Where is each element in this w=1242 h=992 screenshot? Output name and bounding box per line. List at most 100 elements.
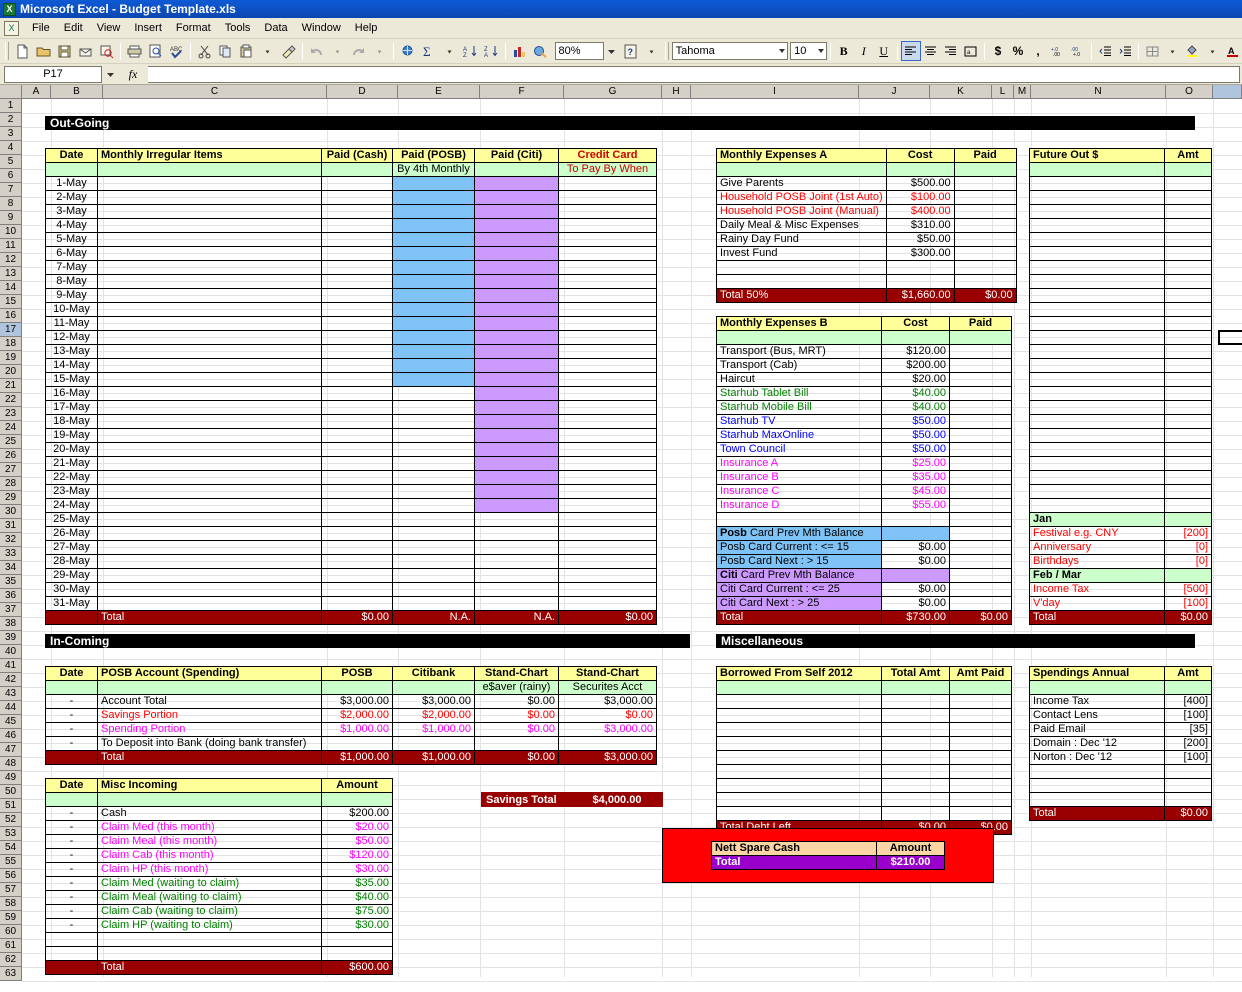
future-amt[interactable] xyxy=(1165,219,1212,233)
incoming-total-0[interactable]: $1,000.00 xyxy=(322,751,393,765)
row-header-41[interactable]: 41 xyxy=(0,659,22,673)
row-header-8[interactable]: 8 xyxy=(0,197,22,211)
miscin-total-blank[interactable] xyxy=(46,961,98,975)
incoming-header-5[interactable]: Stand-Chart xyxy=(559,667,657,681)
incoming-item[interactable]: Savings Portion xyxy=(98,709,322,723)
spend-amt[interactable]: [100] xyxy=(1165,751,1212,765)
outgoing-paid-citi[interactable] xyxy=(475,247,559,261)
outgoing-total-label[interactable]: Total xyxy=(98,611,322,625)
outgoing-paid-citi[interactable] xyxy=(475,275,559,289)
chart-wizard-icon[interactable] xyxy=(509,41,530,62)
outgoing-date[interactable]: 18-May xyxy=(46,415,98,429)
outgoing-credit-card[interactable] xyxy=(559,555,657,569)
outgoing-paid-citi[interactable] xyxy=(475,345,559,359)
miscin-item[interactable]: Claim HP (waiting to claim) xyxy=(98,919,322,933)
outgoing-date[interactable]: 14-May xyxy=(46,359,98,373)
miscin-amount[interactable]: $120.00 xyxy=(322,849,393,863)
row-header-27[interactable]: 27 xyxy=(0,463,22,477)
outgoing-paid-cash[interactable] xyxy=(322,303,393,317)
outgoing-paid-posb[interactable] xyxy=(393,555,475,569)
cut-icon[interactable] xyxy=(194,41,215,62)
miscin-date[interactable]: - xyxy=(46,807,98,821)
incoming-standchart-esaver[interactable] xyxy=(475,737,559,751)
outgoing-date[interactable]: 12-May xyxy=(46,331,98,345)
row-header-47[interactable]: 47 xyxy=(0,743,22,757)
row-header-30[interactable]: 30 xyxy=(0,505,22,519)
incoming-subheader-4[interactable]: e$aver (rainy) xyxy=(475,681,559,695)
column-header-D[interactable]: D xyxy=(327,85,398,99)
borrowed-total-amt[interactable] xyxy=(882,751,950,765)
outgoing-credit-card[interactable] xyxy=(559,443,657,457)
outgoing-date[interactable]: 28-May xyxy=(46,555,98,569)
miscin-date[interactable]: - xyxy=(46,835,98,849)
miscin-item[interactable]: Claim Meal (this month) xyxy=(98,835,322,849)
row-header-60[interactable]: 60 xyxy=(0,925,22,939)
borrowed-item[interactable] xyxy=(717,807,882,821)
miscin-item[interactable]: Claim Meal (waiting to claim) xyxy=(98,891,322,905)
column-header-M[interactable]: M xyxy=(1014,85,1031,99)
meb-paid[interactable] xyxy=(950,513,1012,527)
row-header-7[interactable]: 7 xyxy=(0,183,22,197)
increase-decimal-button[interactable]: +.0.00 xyxy=(1048,41,1068,61)
align-right-button[interactable] xyxy=(941,41,961,61)
outgoing-paid-citi[interactable] xyxy=(475,261,559,275)
borrowed-subheader-0[interactable] xyxy=(717,681,882,695)
outgoing-date[interactable]: 22-May xyxy=(46,471,98,485)
outgoing-item[interactable] xyxy=(98,443,322,457)
outgoing-paid-posb[interactable] xyxy=(393,317,475,331)
row-header-9[interactable]: 9 xyxy=(0,211,22,225)
outgoing-credit-card[interactable] xyxy=(559,359,657,373)
incoming-item[interactable]: To Deposit into Bank (doing bank transfe… xyxy=(98,737,322,751)
outgoing-item[interactable] xyxy=(98,527,322,541)
outgoing-paid-citi[interactable] xyxy=(475,527,559,541)
outgoing-credit-card[interactable] xyxy=(559,499,657,513)
future-amt[interactable] xyxy=(1165,401,1212,415)
meb-cost[interactable]: $45.00 xyxy=(882,485,950,499)
outgoing-paid-cash[interactable] xyxy=(322,555,393,569)
outgoing-date[interactable]: 31-May xyxy=(46,597,98,611)
undo-dropdown-icon[interactable] xyxy=(327,41,348,62)
mea-paid[interactable] xyxy=(954,177,1016,191)
future-item[interactable] xyxy=(1030,401,1165,415)
incoming-posb[interactable] xyxy=(322,737,393,751)
outgoing-credit-card[interactable] xyxy=(559,303,657,317)
future-item[interactable] xyxy=(1030,191,1165,205)
row-header-26[interactable]: 26 xyxy=(0,449,22,463)
outgoing-paid-posb[interactable] xyxy=(393,583,475,597)
outgoing-credit-card[interactable] xyxy=(559,513,657,527)
borrowed-amt-paid[interactable] xyxy=(950,751,1012,765)
row-header-50[interactable]: 50 xyxy=(0,785,22,799)
seasonal-total-amt[interactable]: $0.00 xyxy=(1165,611,1212,625)
row-header-23[interactable]: 23 xyxy=(0,407,22,421)
outgoing-date[interactable]: 19-May xyxy=(46,429,98,443)
outgoing-item[interactable] xyxy=(98,345,322,359)
meb-card-item[interactable]: Citi Card Next : > 25 xyxy=(717,597,882,611)
outgoing-paid-citi[interactable] xyxy=(475,513,559,527)
incoming-standchart-securities[interactable]: $3,000.00 xyxy=(559,695,657,709)
incoming-subheader-3[interactable] xyxy=(393,681,475,695)
future-amt[interactable] xyxy=(1165,317,1212,331)
miscin-header-2[interactable]: Amount xyxy=(322,779,393,793)
mea-subheader-1[interactable] xyxy=(886,163,954,177)
row-header-55[interactable]: 55 xyxy=(0,855,22,869)
future-item[interactable] xyxy=(1030,233,1165,247)
outgoing-subheader-2[interactable] xyxy=(322,163,393,177)
column-header-C[interactable]: C xyxy=(103,85,327,99)
outgoing-paid-citi[interactable] xyxy=(475,233,559,247)
column-header-H[interactable]: H xyxy=(662,85,691,99)
incoming-subheader-1[interactable] xyxy=(98,681,322,695)
outgoing-paid-citi[interactable] xyxy=(475,205,559,219)
column-header-F[interactable]: F xyxy=(480,85,564,99)
borrowed-subheader-2[interactable] xyxy=(950,681,1012,695)
seasonal-item-label[interactable]: Income Tax xyxy=(1030,583,1165,597)
outgoing-paid-cash[interactable] xyxy=(322,569,393,583)
borrowed-header-1[interactable]: Total Amt xyxy=(882,667,950,681)
outgoing-total-1[interactable]: N.A. xyxy=(393,611,475,625)
sort-ascending-icon[interactable]: AZ xyxy=(460,41,481,62)
meb-header-0[interactable]: Monthly Expenses B xyxy=(717,317,882,331)
percent-button[interactable]: % xyxy=(1008,41,1028,61)
menu-edit[interactable]: Edit xyxy=(57,20,90,36)
row-header-53[interactable]: 53 xyxy=(0,827,22,841)
future-item[interactable] xyxy=(1030,205,1165,219)
outgoing-credit-card[interactable] xyxy=(559,191,657,205)
